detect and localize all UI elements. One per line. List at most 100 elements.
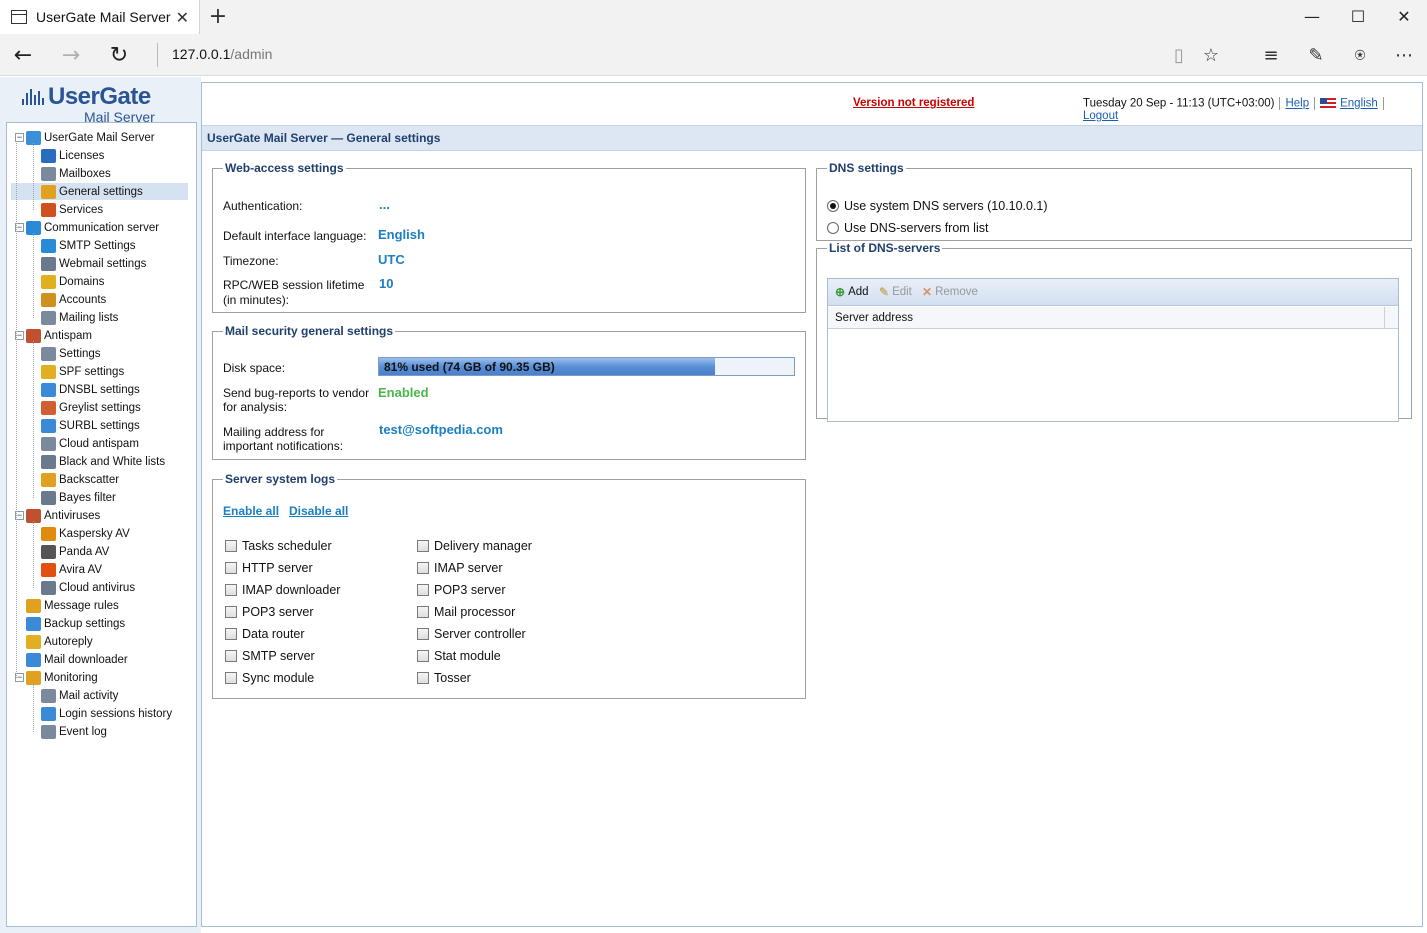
log-checkbox-stat-module[interactable]: Stat module: [417, 649, 501, 663]
radio-dns-list-circle[interactable]: [827, 222, 839, 234]
log-checkbox-smtp-server[interactable]: SMTP server: [225, 649, 315, 663]
tab-close-icon[interactable]: ✕: [176, 8, 189, 27]
language-link[interactable]: English: [1340, 98, 1378, 110]
checkbox-box[interactable]: [417, 606, 429, 618]
tree-item-bayes-filter[interactable]: Bayes filter: [11, 489, 188, 506]
log-checkbox-delivery-manager[interactable]: Delivery manager: [417, 539, 532, 553]
checkbox-box[interactable]: [417, 628, 429, 640]
add-dns-button[interactable]: ⊕ Add: [835, 285, 869, 299]
tree-item-cloud-antispam[interactable]: Cloud antispam: [11, 435, 188, 452]
tree-item-mailing-lists[interactable]: Mailing lists: [11, 309, 188, 326]
remove-dns-button[interactable]: ✕ Remove: [922, 285, 978, 299]
mailing-address-value[interactable]: test@softpedia.com: [379, 422, 503, 437]
forward-icon[interactable]: →: [55, 40, 87, 70]
log-checkbox-sync-module[interactable]: Sync module: [225, 671, 314, 685]
tree-item-greylist-settings[interactable]: Greylist settings: [11, 399, 188, 416]
edit-dns-button[interactable]: ✎ Edit: [879, 285, 912, 299]
checkbox-box[interactable]: [417, 584, 429, 596]
checkbox-box[interactable]: [417, 540, 429, 552]
tree-item-webmail-settings[interactable]: Webmail settings: [11, 255, 188, 272]
refresh-icon[interactable]: ↻: [103, 40, 135, 70]
radio-system-dns[interactable]: Use system DNS servers (10.10.0.1): [827, 199, 1048, 213]
log-checkbox-data-router[interactable]: Data router: [225, 627, 305, 641]
tree-item-smtp-settings[interactable]: SMTP Settings: [11, 237, 188, 254]
address-bar[interactable]: 127.0.0.1/admin: [172, 46, 272, 62]
log-checkbox-tasks-scheduler[interactable]: Tasks scheduler: [225, 539, 332, 553]
tree-item-accounts[interactable]: Accounts: [11, 291, 188, 308]
checkbox-box[interactable]: [225, 540, 237, 552]
tree-item-general-settings[interactable]: General settings: [11, 183, 188, 200]
logout-link[interactable]: Logout: [1083, 110, 1118, 122]
log-checkbox-http-server[interactable]: HTTP server: [225, 561, 313, 575]
tree-item-avira-av[interactable]: Avira AV: [11, 561, 188, 578]
enable-all-link[interactable]: Enable all: [223, 504, 279, 518]
checkbox-box[interactable]: [225, 562, 237, 574]
tree-item-surbl-settings[interactable]: SURBL settings: [11, 417, 188, 434]
minimize-icon[interactable]: —: [1289, 0, 1335, 32]
hub-icon[interactable]: ≡: [1258, 42, 1284, 68]
tree-item-mailboxes[interactable]: Mailboxes: [11, 165, 188, 182]
more-icon[interactable]: ⋯: [1391, 42, 1417, 68]
log-checkbox-imap-server[interactable]: IMAP server: [417, 561, 503, 575]
radio-system-dns-circle[interactable]: [827, 200, 839, 212]
log-checkbox-tosser[interactable]: Tosser: [417, 671, 471, 685]
tree-item-monitoring[interactable]: − Monitoring: [11, 669, 188, 686]
tree-item-backup-settings[interactable]: Backup settings: [11, 615, 188, 632]
reading-view-icon[interactable]: ▯: [1166, 42, 1192, 68]
checkbox-box[interactable]: [417, 672, 429, 684]
checkbox-box[interactable]: [225, 584, 237, 596]
checkbox-box[interactable]: [225, 606, 237, 618]
new-tab-icon[interactable]: +: [206, 4, 230, 29]
browser-tab[interactable]: UserGate Mail Server ✕: [0, 0, 200, 34]
tree-item-kaspersky-av[interactable]: Kaspersky AV: [11, 525, 188, 542]
tree-item-antispam[interactable]: − Antispam: [11, 327, 188, 344]
tree-item-event-log[interactable]: Event log: [11, 723, 188, 740]
log-checkbox-pop3-server[interactable]: POP3 server: [417, 583, 506, 597]
tree-item-licenses[interactable]: Licenses: [11, 147, 188, 164]
checkbox-box[interactable]: [225, 650, 237, 662]
tree-item-message-rules[interactable]: Message rules: [11, 597, 188, 614]
checkbox-box[interactable]: [225, 628, 237, 640]
log-checkbox-mail-processor[interactable]: Mail processor: [417, 605, 515, 619]
server-address-column-header[interactable]: Server address: [828, 307, 1398, 329]
log-checkbox-server-controller[interactable]: Server controller: [417, 627, 526, 641]
tree-item-autoreply[interactable]: Autoreply: [11, 633, 188, 650]
mail-security-legend: Mail security general settings: [225, 324, 394, 338]
log-checkbox-pop3-server[interactable]: POP3 server: [225, 605, 314, 619]
tree-item-usergate-mail-server[interactable]: − UserGate Mail Server: [11, 129, 188, 146]
tree-item-services[interactable]: Services: [11, 201, 188, 218]
back-icon[interactable]: ←: [7, 40, 39, 70]
tree-item-spf-settings[interactable]: SPF settings: [11, 363, 188, 380]
web-note-icon[interactable]: ✎: [1303, 42, 1329, 68]
tree-item-domains[interactable]: Domains: [11, 273, 188, 290]
auth-value[interactable]: ...: [379, 197, 390, 212]
language-value[interactable]: English: [378, 227, 425, 242]
maximize-icon[interactable]: ☐: [1335, 0, 1381, 32]
tree-item-mail-activity[interactable]: Mail activity: [11, 687, 188, 704]
help-link[interactable]: Help: [1285, 98, 1309, 110]
tree-item-login-sessions-history[interactable]: Login sessions history: [11, 705, 188, 722]
tree-item-settings[interactable]: Settings: [11, 345, 188, 362]
tree-item-communication-server[interactable]: − Communication server: [11, 219, 188, 236]
share-icon[interactable]: ⍟: [1347, 42, 1373, 68]
radio-dns-list[interactable]: Use DNS-servers from list: [827, 221, 988, 235]
timezone-value[interactable]: UTC: [378, 252, 405, 267]
lifetime-value[interactable]: 10: [379, 276, 393, 291]
version-not-registered-link[interactable]: Version not registered: [853, 97, 974, 109]
tree-item-panda-av[interactable]: Panda AV: [11, 543, 188, 560]
favorite-star-icon[interactable]: ☆: [1198, 42, 1224, 68]
log-checkbox-imap-downloader[interactable]: IMAP downloader: [225, 583, 340, 597]
checkbox-box[interactable]: [417, 562, 429, 574]
tree-item-backscatter[interactable]: Backscatter: [11, 471, 188, 488]
tree-item-black-and-white-lists[interactable]: Black and White lists: [11, 453, 188, 470]
window-close-icon[interactable]: ✕: [1381, 0, 1427, 32]
tree-item-dnsbl-settings[interactable]: DNSBL settings: [11, 381, 188, 398]
tree-collapse-toggle[interactable]: −: [15, 133, 24, 142]
bug-reports-value[interactable]: Enabled: [378, 385, 429, 400]
checkbox-box[interactable]: [417, 650, 429, 662]
tree-item-antiviruses[interactable]: − Antiviruses: [11, 507, 188, 524]
tree-item-cloud-antivirus[interactable]: Cloud antivirus: [11, 579, 188, 596]
tree-item-mail-downloader[interactable]: Mail downloader: [11, 651, 188, 668]
disable-all-link[interactable]: Disable all: [289, 504, 348, 518]
checkbox-box[interactable]: [225, 672, 237, 684]
